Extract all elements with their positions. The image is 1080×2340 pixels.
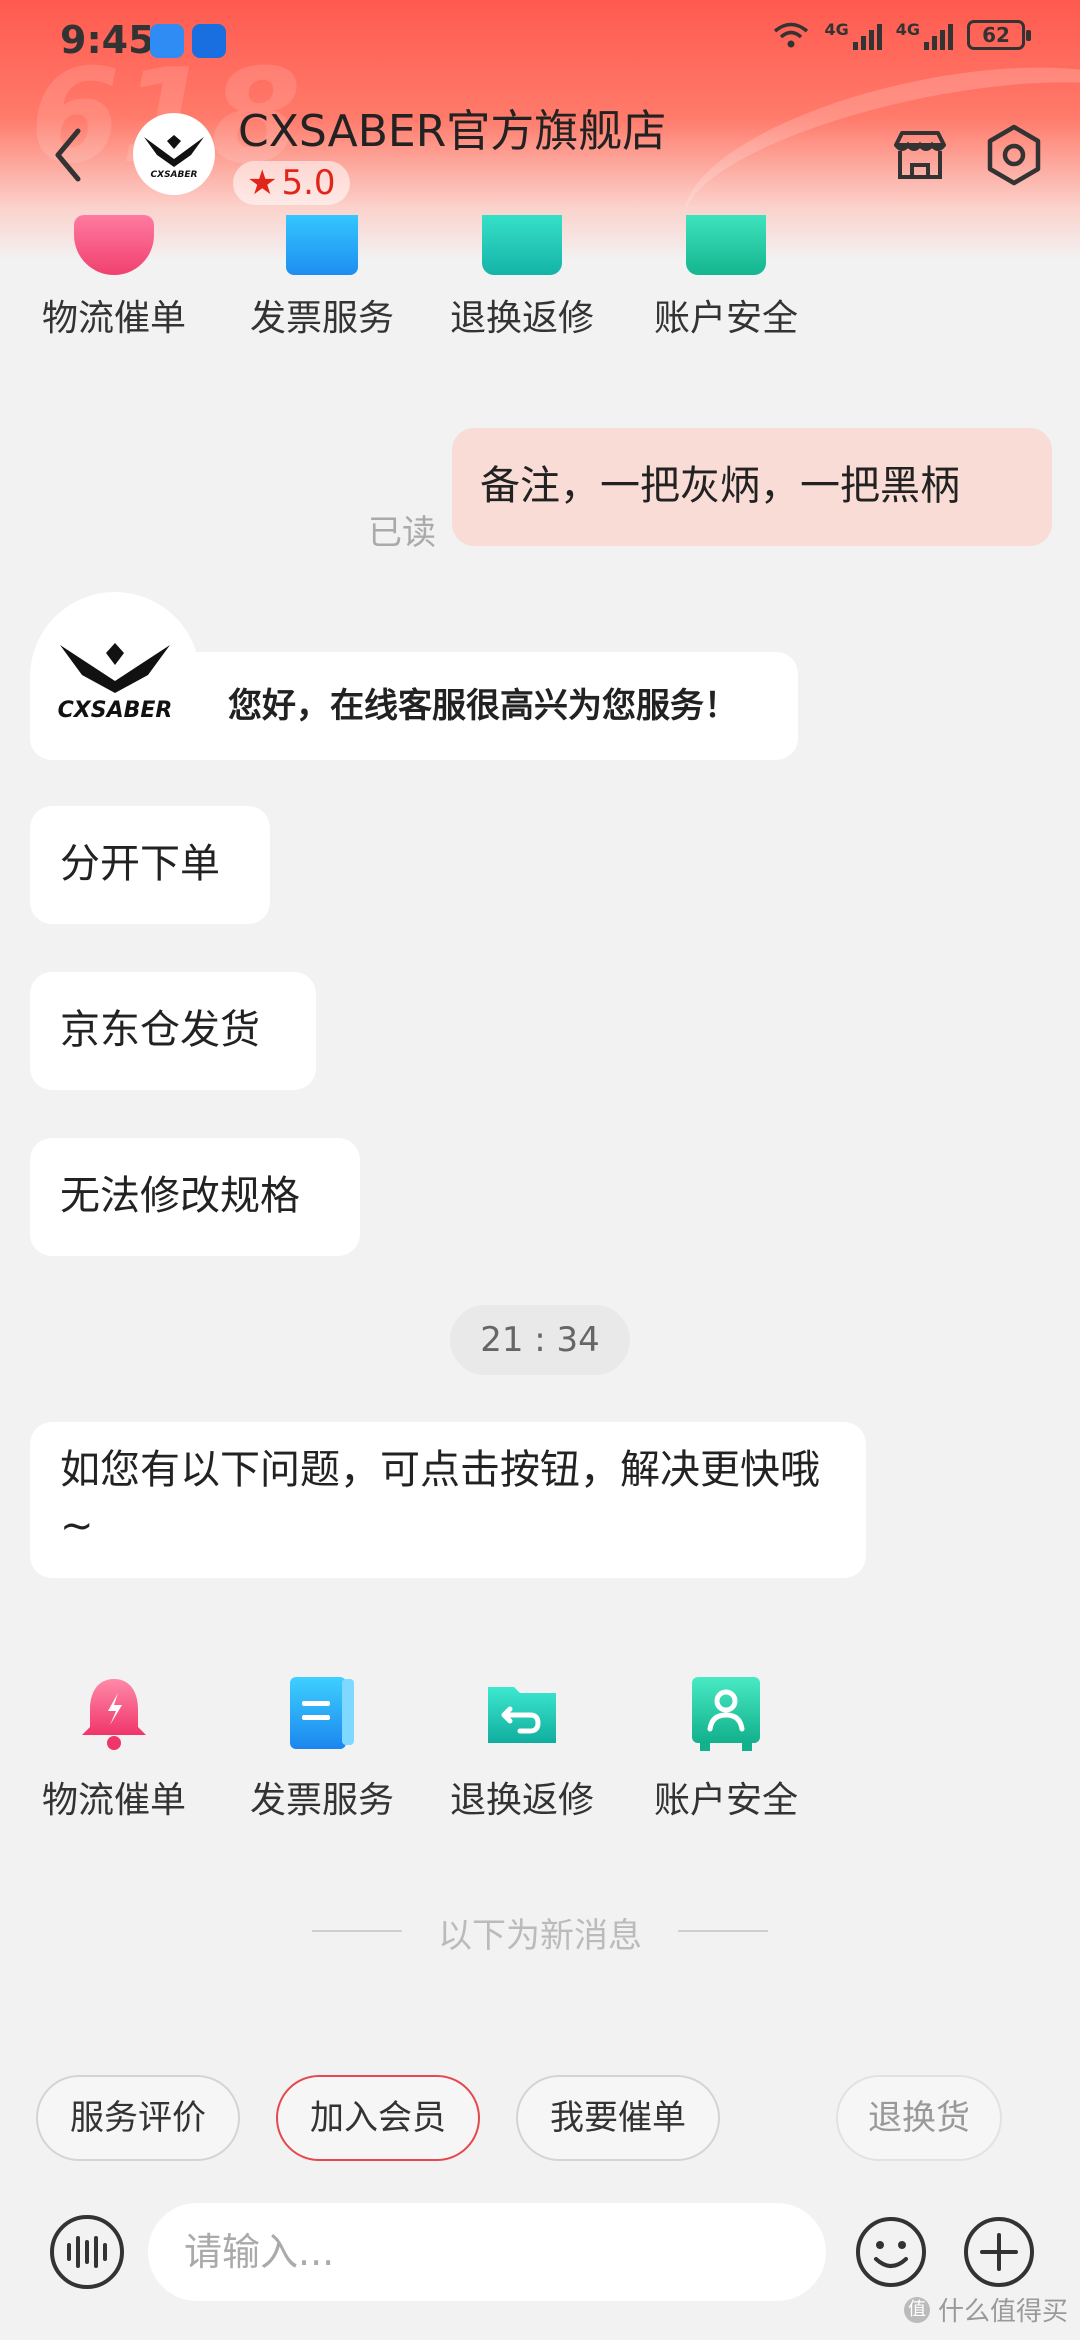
timestamp: 21 : 34 (450, 1305, 630, 1375)
cxsaber-logo: CXSABER (58, 643, 173, 721)
bot-app-icon (192, 24, 226, 58)
network-type-2: 4G (895, 20, 920, 39)
quick-action-logistics[interactable]: 物流催单 (24, 1673, 204, 1823)
message-bubble[interactable]: 分开下单 (30, 806, 270, 924)
quick-action-return[interactable]: 退换返修 (432, 215, 612, 341)
emoji-icon[interactable] (854, 2215, 928, 2289)
quick-action-label: 发票服务 (249, 1780, 394, 1821)
shop-avatar[interactable]: CXSABER (133, 113, 215, 195)
shop-name[interactable]: CXSABER官方旗舰店 (238, 95, 666, 159)
quick-action-invoice[interactable]: 发票服务 (232, 215, 412, 341)
svg-text:CXSABER: CXSABER (151, 170, 198, 179)
signal-icon-1 (852, 20, 882, 50)
shop-rating: ★ 5.0 (233, 161, 350, 205)
chip-service-rating[interactable]: 服务评价 (36, 2075, 240, 2161)
quick-actions-top: 物流催单 发票服务 退换返修 账户安全 (0, 215, 1080, 375)
watermark: 值 什么值得买 (903, 2291, 1068, 2328)
greeting-text: 您好，在线客服很高兴为您服务！ (228, 686, 738, 726)
quick-actions-bottom: 物流催单 发票服务 退换返修 账户安全 (0, 1673, 1080, 1833)
quick-action-account[interactable]: 账户安全 (636, 215, 816, 341)
plus-icon[interactable] (962, 2215, 1036, 2289)
account-security-icon (686, 215, 766, 275)
rating-value: 5.0 (281, 163, 336, 203)
status-time: 9:45 (60, 18, 155, 62)
wifi-icon (774, 22, 809, 48)
bot-logo-card: CXSABER (30, 592, 200, 760)
svg-text:CXSABER: CXSABER (58, 698, 173, 721)
shield-app-icon (150, 24, 184, 58)
quick-reply-chips: 服务评价 加入会员 我要催单 退换货 (0, 2075, 1080, 2165)
quick-action-label: 退换返修 (449, 298, 594, 339)
invoice-icon (290, 1677, 354, 1749)
new-messages-divider: 以下为新消息 (0, 1900, 1080, 1960)
cxsaber-logo: CXSABER (144, 135, 204, 179)
bell-icon (74, 215, 154, 275)
quick-action-label: 物流催单 (41, 1780, 186, 1821)
account-security-icon (692, 1677, 760, 1751)
bell-icon (82, 1679, 146, 1750)
input-bar (0, 2195, 1080, 2305)
quick-action-return[interactable]: 退换返修 (432, 1673, 612, 1823)
status-icons: 4G 4G 62 (772, 20, 1031, 50)
quick-action-account[interactable]: 账户安全 (636, 1673, 816, 1823)
message-bubble-mine[interactable]: 备注，一把灰炳，一把黑柄 (452, 428, 1052, 546)
quick-action-logistics[interactable]: 物流催单 (24, 215, 204, 341)
chip-join-member[interactable]: 加入会员 (276, 2075, 480, 2161)
quick-action-label: 发票服务 (249, 298, 394, 339)
chip-return-goods[interactable]: 退换货 (836, 2075, 1002, 2161)
quick-action-label: 账户安全 (653, 1780, 798, 1821)
message-input[interactable] (148, 2203, 826, 2301)
watermark-text: 什么值得买 (937, 2297, 1068, 2327)
quick-action-invoice[interactable]: 发票服务 (232, 1673, 412, 1823)
read-receipt: 已读 (368, 513, 436, 553)
signal-icon-2 (924, 20, 953, 50)
star-icon: ★ (247, 163, 278, 203)
settings-icon[interactable] (982, 123, 1046, 187)
invoice-icon (286, 215, 358, 275)
store-icon[interactable] (888, 123, 952, 187)
quick-action-label: 账户安全 (653, 298, 798, 339)
message-bubble[interactable]: 如您有以下问题，可点击按钮，解决更快哦~ (30, 1422, 866, 1578)
status-bar: 9:45 4G 4G 62 (0, 0, 1080, 80)
divider-line-right (678, 1930, 768, 1932)
divider-text: 以下为新消息 (438, 1916, 642, 1956)
battery-icon: 62 (967, 20, 1031, 50)
chip-urge-order[interactable]: 我要催单 (516, 2075, 720, 2161)
chat-header: CXSABER CXSABER官方旗舰店 ★ 5.0 (0, 85, 1080, 215)
return-icon (482, 215, 562, 275)
return-icon (488, 1687, 556, 1743)
quick-action-label: 物流催单 (41, 298, 186, 339)
quick-action-label: 退换返修 (449, 1780, 594, 1821)
watermark-logo-icon: 值 (903, 2296, 930, 2323)
network-type-1: 4G (824, 20, 849, 39)
message-bubble[interactable]: 京东仓发货 (30, 972, 316, 1090)
message-bubble[interactable]: 无法修改规格 (30, 1138, 360, 1256)
back-arrow-icon[interactable] (48, 125, 88, 185)
voice-input-button[interactable] (50, 2215, 124, 2289)
